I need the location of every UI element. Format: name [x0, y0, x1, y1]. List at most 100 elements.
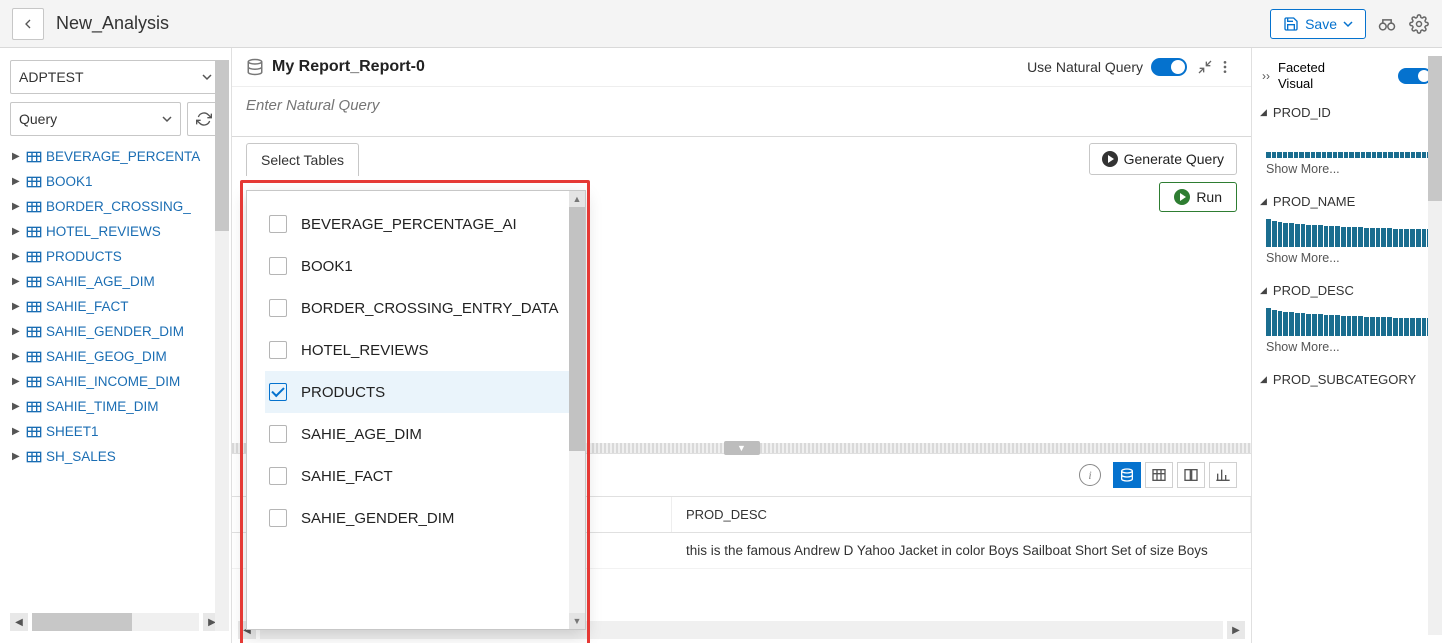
view-chart-button[interactable] [1209, 462, 1237, 488]
facet-field: ◢PROD_SUBCATEGORY [1258, 368, 1436, 401]
view-table-button[interactable] [1145, 462, 1173, 488]
dropdown-scrollbar[interactable]: ▲ ▼ [569, 191, 585, 629]
facet-field: ◢PROD_DESC Show More... [1258, 279, 1436, 368]
checkbox[interactable] [269, 341, 287, 359]
facet-field-header[interactable]: ◢PROD_SUBCATEGORY [1260, 372, 1434, 387]
table-tree[interactable]: ▶BEVERAGE_PERCENTA▶BOOK1▶BORDER_CROSSING… [10, 144, 221, 607]
facet-field-header[interactable]: ◢PROD_DESC [1260, 283, 1434, 298]
column-header[interactable]: PROD_DESC [672, 497, 1251, 532]
left-h-scrollbar[interactable]: ◀▶ [10, 607, 221, 631]
dropdown-item[interactable]: BEVERAGE_PERCENTAGE_AI [265, 203, 577, 245]
table-icon [26, 275, 42, 289]
dropdown-item-label: BEVERAGE_PERCENTAGE_AI [301, 216, 517, 233]
table-icon [26, 250, 42, 264]
checkbox[interactable] [269, 467, 287, 485]
facet-field: ◢ PROD_ID Show More... [1258, 101, 1436, 190]
binoculars-icon[interactable] [1376, 13, 1398, 35]
facet-field-header[interactable]: ◢ PROD_ID [1260, 105, 1434, 120]
right-v-scrollbar[interactable] [1428, 56, 1442, 635]
checkbox[interactable] [269, 425, 287, 443]
dropdown-item[interactable]: SAHIE_AGE_DIM [265, 413, 577, 455]
tree-item[interactable]: ▶BORDER_CROSSING_ [10, 194, 221, 219]
tree-item[interactable]: ▶SHEET1 [10, 419, 221, 444]
natural-query-input[interactable] [232, 87, 1251, 131]
run-label: Run [1196, 189, 1222, 205]
dropdown-item[interactable]: PRODUCTS [265, 371, 577, 413]
view-card-button[interactable] [1177, 462, 1205, 488]
arrow-left-icon [20, 16, 36, 32]
caret-right-icon: ▶ [12, 451, 22, 462]
tree-item[interactable]: ▶SAHIE_GENDER_DIM [10, 319, 221, 344]
gear-icon[interactable] [1408, 13, 1430, 35]
facet-field: ◢PROD_NAME Show More... [1258, 190, 1436, 279]
run-button[interactable]: Run [1159, 182, 1237, 212]
facet-field-label: PROD_NAME [1273, 194, 1355, 209]
table-icon [26, 350, 42, 364]
checkbox[interactable] [269, 299, 287, 317]
dropdown-item[interactable]: BORDER_CROSSING_ENTRY_DATA [265, 287, 577, 329]
datasource-select[interactable]: ADPTEST [10, 60, 221, 94]
tree-item[interactable]: ▶HOTEL_REVIEWS [10, 219, 221, 244]
database-icon [246, 58, 264, 76]
tree-item[interactable]: ▶SAHIE_TIME_DIM [10, 394, 221, 419]
splitter-handle[interactable]: ▼ [724, 441, 760, 455]
show-more-link[interactable]: Show More... [1260, 162, 1434, 176]
tree-item-label: BORDER_CROSSING_ [46, 199, 191, 214]
back-button[interactable] [12, 8, 44, 40]
tree-item-label: BEVERAGE_PERCENTA [46, 149, 200, 164]
facet-field-label: PROD_ID [1273, 105, 1331, 120]
tabs-row: Select Tables Generate Query [232, 137, 1251, 176]
triangle-icon: ◢ [1260, 374, 1267, 385]
caret-right-icon: ▶ [12, 151, 22, 162]
dropdown-item[interactable]: SAHIE_GENDER_DIM [265, 497, 577, 539]
facet-toggle[interactable] [1398, 68, 1432, 84]
checkbox[interactable] [269, 383, 287, 401]
tree-item[interactable]: ▶SAHIE_AGE_DIM [10, 269, 221, 294]
objecttype-select[interactable]: Query [10, 102, 181, 136]
tree-item[interactable]: ▶SAHIE_FACT [10, 294, 221, 319]
tree-item-label: SH_SALES [46, 449, 116, 464]
dropdown-item-label: SAHIE_AGE_DIM [301, 426, 422, 443]
select-tables-dropdown[interactable]: BEVERAGE_PERCENTAGE_AI BOOK1BORDER_CROSSI… [246, 190, 586, 630]
table-icon [26, 200, 42, 214]
facet-field-header[interactable]: ◢PROD_NAME [1260, 194, 1434, 209]
tree-item-label: SAHIE_GEOG_DIM [46, 349, 167, 364]
collapse-icon[interactable] [1197, 59, 1217, 75]
caret-right-icon: ▶ [12, 376, 22, 387]
show-more-link[interactable]: Show More... [1260, 251, 1434, 265]
dropdown-item-label: PRODUCTS [301, 384, 385, 401]
kebab-menu[interactable] [1217, 59, 1237, 75]
sparkline [1266, 217, 1432, 247]
tree-item[interactable]: ▶ SH_SALES [10, 444, 221, 469]
left-v-scrollbar[interactable] [215, 60, 229, 631]
checkbox[interactable] [269, 509, 287, 527]
info-icon[interactable]: i [1079, 464, 1101, 486]
generate-query-button[interactable]: Generate Query [1089, 143, 1237, 175]
triangle-icon: ◢ [1260, 107, 1267, 118]
facet-title-2: Visual [1278, 76, 1325, 92]
report-title: My Report_Report-0 [272, 58, 425, 76]
tree-item[interactable]: ▶ SAHIE_INCOME_DIM [10, 369, 221, 394]
dropdown-item[interactable]: HOTEL_REVIEWS [265, 329, 577, 371]
dropdown-item[interactable]: SAHIE_FACT [265, 455, 577, 497]
tree-item[interactable]: ▶SAHIE_GEOG_DIM [10, 344, 221, 369]
table-icon [26, 400, 42, 414]
play-icon [1102, 151, 1118, 167]
tab-select-tables[interactable]: Select Tables [246, 143, 359, 176]
checkbox[interactable] [269, 257, 287, 275]
dropdown-item[interactable]: BOOK1 [265, 245, 577, 287]
tree-item[interactable]: ▶PRODUCTS [10, 244, 221, 269]
facet-header[interactable]: ›› Faceted Visual [1258, 56, 1436, 101]
save-button[interactable]: Save [1270, 9, 1366, 39]
tree-item-label: SAHIE_FACT [46, 299, 129, 314]
tree-item[interactable]: ▶ BEVERAGE_PERCENTA [10, 144, 221, 169]
tree-item-label: SAHIE_INCOME_DIM [46, 374, 180, 389]
table-icon [26, 225, 42, 239]
show-more-link[interactable]: Show More... [1260, 340, 1434, 354]
tree-item-label: BOOK1 [46, 174, 93, 189]
checkbox[interactable] [269, 215, 287, 233]
table-icon [26, 175, 42, 189]
natural-query-toggle[interactable] [1151, 58, 1187, 76]
view-data-button[interactable] [1113, 462, 1141, 488]
tree-item[interactable]: ▶BOOK1 [10, 169, 221, 194]
